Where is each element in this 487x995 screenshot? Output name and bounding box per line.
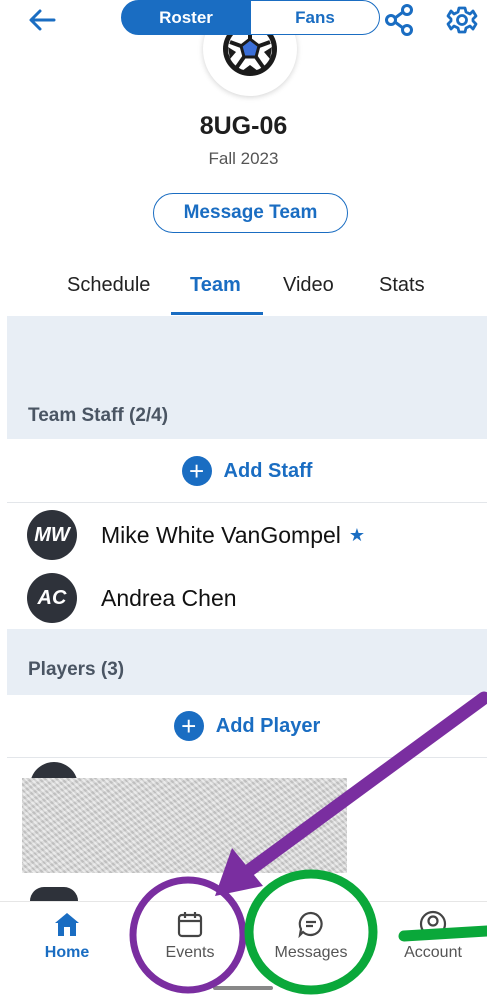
avatar: AC [27, 573, 77, 623]
share-icon [385, 4, 413, 36]
add-player-label: Add Player [215, 714, 321, 737]
tab-team[interactable]: Team [190, 274, 241, 314]
segment-fans[interactable]: Fans [250, 0, 380, 35]
players-heading: Players (3) [28, 659, 125, 680]
add-staff-label: Add Staff [223, 459, 313, 482]
avatar: MW [27, 510, 77, 560]
home-icon [55, 913, 79, 936]
nav-account-label: Account [404, 944, 462, 961]
season-label: Fall 2023 [208, 149, 279, 168]
avatar [30, 887, 78, 901]
tab-schedule[interactable]: Schedule [67, 274, 150, 314]
back-button[interactable] [24, 6, 60, 34]
nav-events-label: Events [165, 944, 215, 961]
chat-bubble-icon [298, 911, 323, 938]
nav-messages-label: Messages [274, 944, 348, 961]
divider [7, 757, 487, 758]
plus-icon: + [181, 456, 212, 486]
nav-home[interactable]: Home [12, 910, 122, 962]
redacted-player-list [22, 778, 347, 873]
tab-video[interactable]: Video [283, 274, 334, 314]
nav-messages[interactable]: Messages [256, 910, 366, 962]
nav-events[interactable]: Events [135, 910, 245, 962]
settings-button[interactable] [444, 4, 480, 36]
active-tab-indicator [171, 312, 263, 315]
add-player-button[interactable]: + Add Player [7, 695, 487, 757]
gesture-handle [213, 986, 273, 990]
share-button[interactable] [382, 4, 418, 36]
tab-stats[interactable]: Stats [379, 274, 425, 314]
message-team-button[interactable]: Message Team [153, 193, 348, 233]
nav-home-label: Home [44, 944, 90, 961]
team-staff-heading: Team Staff (2/4) [28, 405, 169, 426]
star-icon: ★ [348, 524, 366, 545]
staff-row[interactable]: AC Andrea Chen [27, 573, 237, 623]
staff-row[interactable]: MW Mike White VanGompel ★ [27, 510, 365, 560]
arrow-left-icon [29, 9, 56, 31]
team-name: 8UG-06 [199, 112, 288, 140]
staff-name: Mike White VanGompel [101, 521, 341, 548]
segment-roster[interactable]: Roster [121, 0, 251, 35]
calendar-icon [177, 912, 203, 938]
plus-icon: + [173, 711, 204, 741]
nav-account[interactable]: Account [378, 910, 487, 962]
account-icon [419, 910, 447, 938]
staff-name: Andrea Chen [101, 584, 237, 611]
gear-icon [446, 6, 478, 34]
add-staff-button[interactable]: + Add Staff [7, 440, 487, 502]
divider [7, 502, 487, 503]
